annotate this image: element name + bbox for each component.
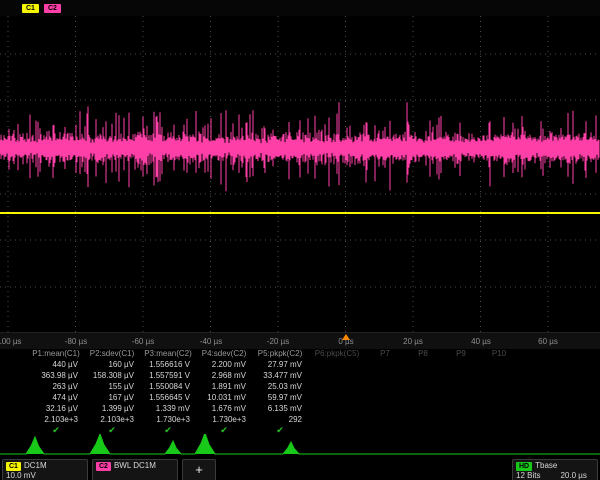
measurement-value: 158.308 µV bbox=[84, 370, 140, 381]
time-axis-label: -60 µs bbox=[132, 337, 154, 346]
measurement-value: 1.891 mV bbox=[196, 381, 252, 392]
measurement-value: 10.031 mV bbox=[196, 392, 252, 403]
hd-mode-badge: HD bbox=[516, 462, 532, 471]
time-axis-label: -100 µs bbox=[0, 337, 21, 346]
measurement-column: P6:pkpk(C5) bbox=[308, 348, 366, 359]
measurement-value: 2.200 mV bbox=[196, 359, 252, 370]
measurement-value: 1.550084 V bbox=[140, 381, 196, 392]
channel-tab-c1[interactable]: C1 bbox=[22, 4, 39, 13]
measurement-value: 155 µV bbox=[84, 381, 140, 392]
time-axis-label: -20 µs bbox=[267, 337, 289, 346]
measurement-value: 1.730e+3 bbox=[196, 414, 252, 425]
time-axis: -100 µs -80 µs -60 µs -40 µs -20 µs 0 µs 20 µs… bbox=[0, 332, 600, 349]
c2-coupling-label: BWL DC1M bbox=[114, 461, 156, 471]
measurement-header[interactable]: P5:pkpk(C2) bbox=[252, 348, 308, 359]
measurement-column: P7 bbox=[366, 348, 404, 359]
measurement-value: 1.399 µV bbox=[84, 403, 140, 414]
measurement-value: 32.16 µV bbox=[28, 403, 84, 414]
channel-tab-c2[interactable]: C2 bbox=[44, 4, 61, 13]
measurement-header[interactable]: P4:sdev(C2) bbox=[196, 348, 252, 359]
measurement-value: 263 µV bbox=[28, 381, 84, 392]
cursor-readout-box[interactable]: + bbox=[182, 459, 216, 480]
measurement-header[interactable]: P6:pkpk(C5) bbox=[308, 348, 366, 359]
time-axis-label: -80 µs bbox=[65, 337, 87, 346]
c2-descriptor-box[interactable]: C2 BWL DC1M bbox=[92, 459, 178, 480]
measurement-value: 1.676 mV bbox=[196, 403, 252, 414]
c2-channel-chip: C2 bbox=[96, 462, 111, 471]
measurement-column: P4:sdev(C2)2.200 mV2.968 mV1.891 mV10.03… bbox=[196, 348, 252, 436]
measurement-value: 474 µV bbox=[28, 392, 84, 403]
c1-coupling-label: DC1M bbox=[24, 461, 47, 471]
measurement-value: 160 µV bbox=[84, 359, 140, 370]
measurement-value: 27.97 mV bbox=[252, 359, 308, 370]
measurement-value: 6.135 mV bbox=[252, 403, 308, 414]
measurement-value: 2.103e+3 bbox=[84, 414, 140, 425]
measurement-value: 167 µV bbox=[84, 392, 140, 403]
measurement-value: 292 bbox=[252, 414, 308, 425]
c1-channel-chip: C1 bbox=[6, 462, 21, 471]
footer-descriptor-bar: C1 DC1M 10.0 mV C2 BWL DC1M + HD Tbase 1… bbox=[0, 458, 600, 480]
measurement-table: P1:mean(C1)440 µV363.98 µV263 µV474 µV32… bbox=[28, 348, 518, 436]
measurement-column: P3:mean(C2)1.556616 V1.557591 V1.550084 … bbox=[140, 348, 196, 436]
measurement-value: 59.97 mV bbox=[252, 392, 308, 403]
c1-vertical-scale: 10.0 mV bbox=[6, 471, 36, 480]
waveform-traces bbox=[0, 16, 600, 332]
measurement-value: 363.98 µV bbox=[28, 370, 84, 381]
histogram-path bbox=[0, 434, 600, 454]
measurement-value: 2.103e+3 bbox=[28, 414, 84, 425]
top-status-bar: C1 C2 bbox=[0, 0, 600, 16]
measurement-header[interactable]: P7 bbox=[366, 348, 404, 359]
measurement-value: 1.556616 V bbox=[140, 359, 196, 370]
time-axis-label: 40 µs bbox=[471, 337, 491, 346]
measurement-header[interactable]: P9 bbox=[442, 348, 480, 359]
c1-descriptor-box[interactable]: C1 DC1M 10.0 mV bbox=[2, 459, 88, 480]
measurement-value: 2.968 mV bbox=[196, 370, 252, 381]
timebase-descriptor-box[interactable]: HD Tbase 12 Bits 20.0 µs bbox=[512, 459, 598, 480]
measurement-value: 1.339 mV bbox=[140, 403, 196, 414]
adc-bits-label: 12 Bits bbox=[516, 471, 540, 480]
timebase-label: Tbase bbox=[535, 461, 557, 471]
measurement-column: P1:mean(C1)440 µV363.98 µV263 µV474 µV32… bbox=[28, 348, 84, 436]
crosshair-icon: + bbox=[186, 461, 212, 479]
time-axis-label: 60 µs bbox=[538, 337, 558, 346]
measurement-header[interactable]: P1:mean(C1) bbox=[28, 348, 84, 359]
measurement-value: 440 µV bbox=[28, 359, 84, 370]
time-axis-label: -40 µs bbox=[200, 337, 222, 346]
waveform-display[interactable] bbox=[0, 16, 600, 332]
measurement-header[interactable]: P3:mean(C2) bbox=[140, 348, 196, 359]
measurement-header[interactable]: P10 bbox=[480, 348, 518, 359]
histogram-trace bbox=[0, 434, 600, 458]
measurement-value: 25.03 mV bbox=[252, 381, 308, 392]
measurement-column: P9 bbox=[442, 348, 480, 359]
timebase-scale: 20.0 µs bbox=[560, 471, 586, 480]
measurement-column: P8 bbox=[404, 348, 442, 359]
measurement-column: P5:pkpk(C2)27.97 mV33.477 mV25.03 mV59.9… bbox=[252, 348, 308, 436]
measurement-column: P2:sdev(C1)160 µV158.308 µV155 µV167 µV1… bbox=[84, 348, 140, 436]
measurement-value: 1.730e+3 bbox=[140, 414, 196, 425]
measurement-value: 33.477 mV bbox=[252, 370, 308, 381]
measurement-column: P10 bbox=[480, 348, 518, 359]
measurement-header[interactable]: P2:sdev(C1) bbox=[84, 348, 140, 359]
measurement-value: 1.556645 V bbox=[140, 392, 196, 403]
measurement-header[interactable]: P8 bbox=[404, 348, 442, 359]
oscilloscope-screen: C1 C2 -100 µs -80 µs -60 µs -40 µs -20 µs 0 µs… bbox=[0, 0, 600, 480]
time-axis-label: 20 µs bbox=[403, 337, 423, 346]
measurement-value: 1.557591 V bbox=[140, 370, 196, 381]
time-axis-label: 0 µs bbox=[338, 337, 353, 346]
